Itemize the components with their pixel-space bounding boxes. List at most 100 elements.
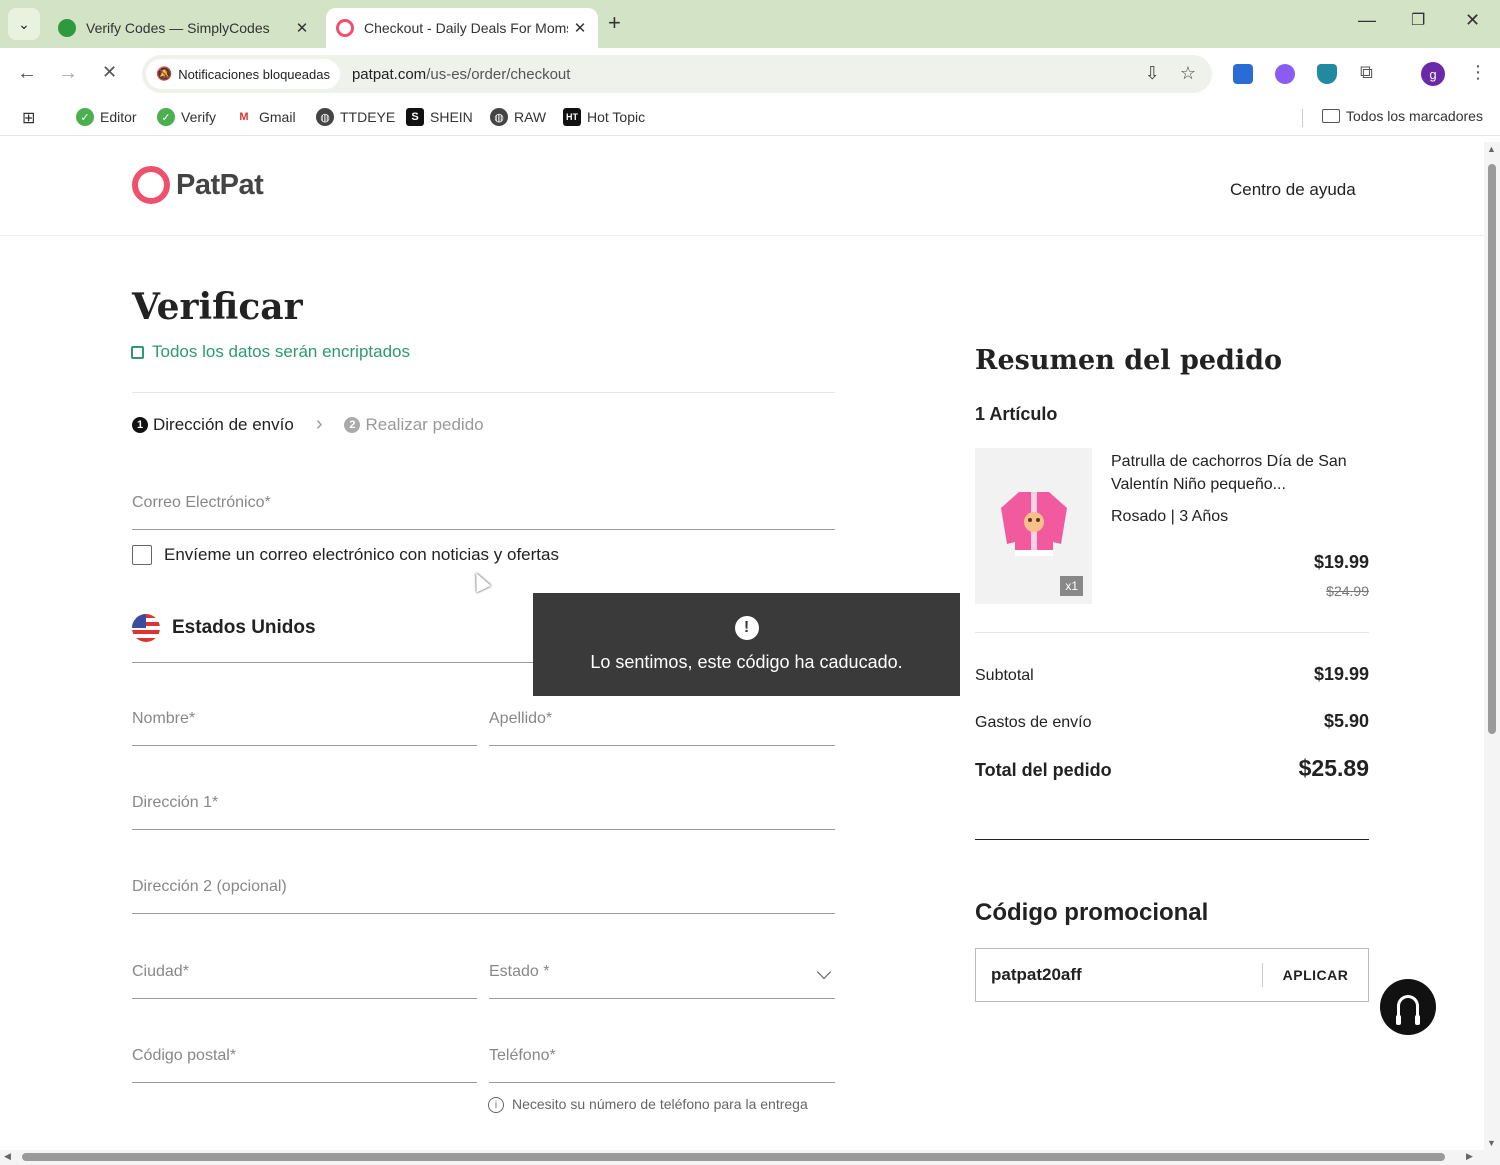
profile-avatar[interactable]: g [1421,62,1445,86]
checkout-steps: 1 Dirección de envío › 2 Realizar pedido [132,413,484,436]
product-image[interactable]: x1 [975,448,1092,604]
globe-icon: ◍ [316,108,334,126]
minimize-icon[interactable]: — [1358,10,1376,31]
item-count: 1 Artículo [975,404,1058,424]
globe-icon: ◍ [490,108,508,126]
apps-grid-icon[interactable]: ⊞ [22,108,35,128]
tab-search-button[interactable]: ⌄ [8,8,40,40]
alert-icon: ! [734,616,759,640]
first-name-field[interactable]: Nombre* [132,696,477,746]
subtotal-value: $19.99 [1313,664,1369,684]
all-bookmarks[interactable]: Todos los marcadores [1322,108,1483,124]
step-shipping-address: Dirección de envío [153,414,294,434]
shield-extension-icon[interactable] [1233,64,1253,84]
patpat-logo[interactable]: PatPat [132,166,264,204]
bookmark-ttdeye[interactable]: ◍ TTDEYE [316,108,395,126]
bookmark-label: Gmail [259,109,296,125]
zip-field[interactable]: Código postal* [132,1033,477,1083]
address1-field[interactable]: Dirección 1* [132,780,835,830]
phone-field[interactable]: Teléfono* [489,1033,835,1083]
address2-placeholder: Dirección 2 (opcional) [132,878,287,895]
city-field[interactable]: Ciudad* [132,949,477,999]
window-close-icon[interactable]: ✕ [1465,10,1480,31]
horizontal-scroll-thumb[interactable] [22,1153,1445,1161]
address2-field[interactable]: Dirección 2 (opcional) [132,864,835,914]
page-viewport: PatPat Centro de ayuda Verificar Todos l… [0,142,1484,1150]
close-tab-icon[interactable]: ✕ [568,19,592,37]
bookmark-label: Hot Topic [587,109,646,125]
promo-title: Código promocional [975,899,1209,926]
stop-loading-icon[interactable]: ✕ [102,62,117,83]
bookmark-star-icon[interactable]: ☆ [1180,63,1196,84]
newsletter-label: Envíeme un correo electrónico con notici… [164,545,559,564]
tab-checkout[interactable]: Checkout - Daily Deals For Moms ✕ [326,8,598,48]
help-center-link[interactable]: Centro de ayuda [1230,180,1356,200]
scroll-down-icon[interactable]: ▼ [1487,1138,1496,1148]
horizontal-scrollbar[interactable]: ◀ ▶ [0,1150,1500,1165]
newsletter-row: Envíeme un correo electrónico con notici… [132,545,559,565]
last-name-field[interactable]: Apellido* [489,696,835,746]
shein-icon: S [406,108,424,126]
divider [975,632,1369,633]
product-name[interactable]: Patrulla de cachorros Día de San Valentí… [1111,450,1371,496]
product-price: $19.99 [1313,552,1369,572]
url-text[interactable]: patpat.com/us-es/order/checkout [352,66,570,83]
phone-note: i Necesito su número de teléfono para la… [488,1095,808,1114]
simplycodes-favicon-icon [58,19,76,37]
simplycodes-icon: ✓ [76,108,94,126]
pink-jacket-icon [1001,492,1067,556]
total-label: Total del pedido [975,760,1112,780]
new-tab-plus-icon[interactable]: + [608,10,621,36]
vertical-scroll-thumb[interactable] [1488,164,1496,734]
tab-title: Verify Codes — SimplyCodes [86,20,270,36]
extension-purple-icon[interactable] [1275,64,1295,84]
site-header: PatPat Centro de ayuda [0,142,1484,236]
hot-topic-icon: HT [563,108,581,126]
tab-verify-codes[interactable]: Verify Codes — SimplyCodes ✕ [48,8,320,48]
apply-promo-button[interactable]: APLICAR [1263,967,1368,983]
newsletter-checkbox[interactable] [132,545,152,565]
scroll-left-icon[interactable]: ◀ [4,1151,11,1162]
restore-icon[interactable]: ❐ [1411,10,1425,30]
scroll-right-icon[interactable]: ▶ [1466,1151,1473,1162]
order-summary-title: Resumen del pedido [975,345,1283,376]
install-app-icon[interactable]: ⇩ [1145,63,1160,84]
bookmark-label: RAW [514,109,547,125]
extensions-puzzle-icon[interactable]: ⧉ [1360,62,1373,83]
total-row: Total del pedido $25.89 [975,755,1369,782]
phone-note-text: Necesito su número de teléfono para la e… [512,1096,808,1112]
step-place-order: Realizar pedido [365,414,484,434]
address-bar[interactable]: 🔕 Notificaciones bloqueadas patpat.com/u… [142,55,1212,93]
forward-arrow-icon[interactable]: → [58,62,78,85]
scroll-up-icon[interactable]: ▲ [1487,144,1496,154]
chevron-down-icon: ⌄ [18,15,30,32]
customer-support-button[interactable] [1380,979,1436,1035]
extension-teal-icon[interactable] [1317,64,1337,84]
tab-strip: ⌄ Verify Codes — SimplyCodes ✕ Checkout … [0,0,1500,48]
toast-message: Lo sentimos, este código ha caducado. [590,652,903,672]
quantity-badge: x1 [1060,576,1083,596]
bookmark-hot-topic[interactable]: HT Hot Topic [563,108,645,126]
state-select[interactable]: Estado * [489,949,835,999]
notifications-blocked-chip[interactable]: 🔕 Notificaciones bloqueadas [146,59,340,89]
shipping-value: $5.90 [1323,711,1369,731]
bookmarks-divider [1302,109,1303,127]
vertical-scrollbar[interactable]: ▲ ▼ [1484,142,1500,1150]
email-field[interactable]: Correo Electrónico* [132,480,835,530]
bookmark-editor[interactable]: ✓ Editor [76,108,137,126]
simplycodes-icon: ✓ [157,108,175,126]
promo-code-box: APLICAR [975,948,1369,1002]
bookmark-shein[interactable]: S SHEIN [406,108,473,126]
bookmark-gmail[interactable]: M Gmail [235,108,296,126]
back-arrow-icon[interactable]: ← [17,62,37,85]
gmail-icon: M [239,111,249,123]
bookmark-raw[interactable]: ◍ RAW [490,108,546,126]
more-menu-icon[interactable]: ⋮ [1469,62,1487,83]
state-placeholder: Estado * [489,963,550,980]
shipping-row: Gastos de envío $5.90 [975,711,1369,732]
bookmark-verify[interactable]: ✓ Verify [157,108,216,126]
promo-code-input[interactable] [976,965,1262,985]
notifications-label: Notificaciones bloqueadas [178,66,330,82]
subtotal-label: Subtotal [975,667,1034,684]
close-tab-icon[interactable]: ✕ [290,19,314,37]
